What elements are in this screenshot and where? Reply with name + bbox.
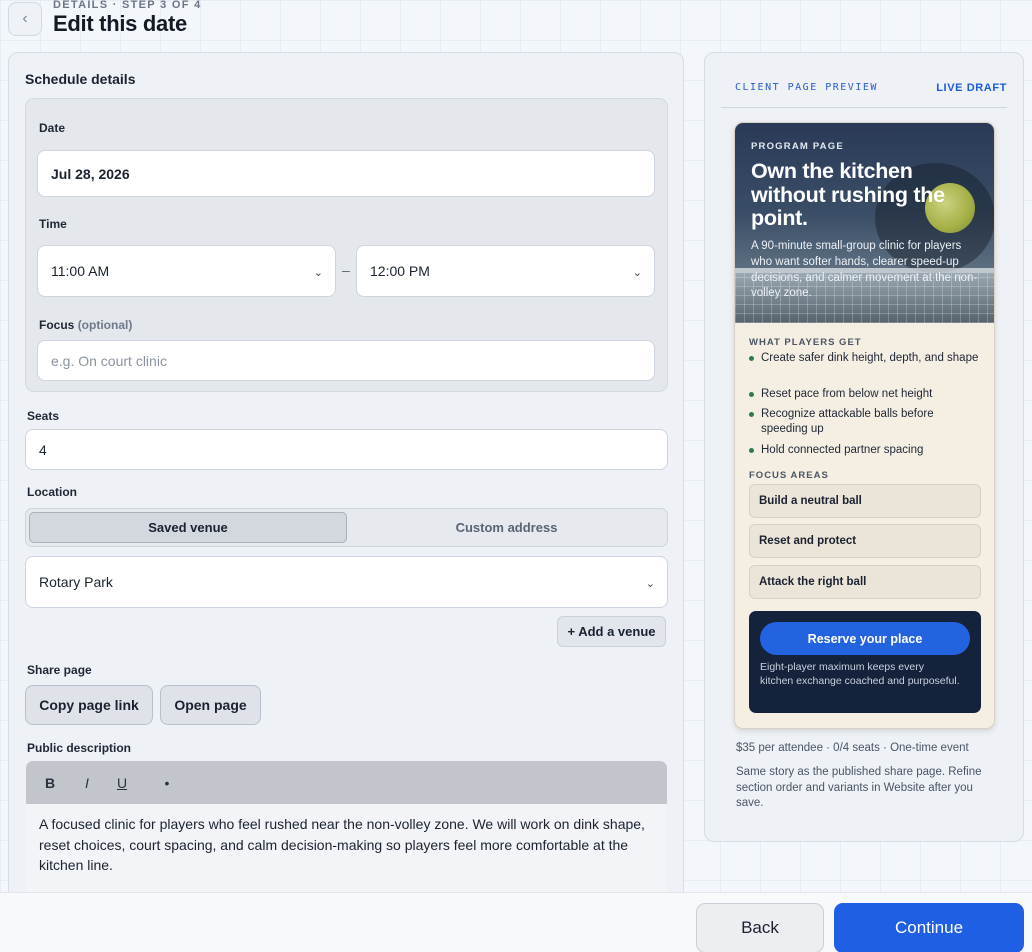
benefit-item: Create safer dink height, depth, and sha… bbox=[749, 351, 979, 366]
focus-area-card: Reset and protect bbox=[749, 524, 981, 558]
seats-label: Seats bbox=[27, 409, 60, 423]
back-button[interactable]: Back bbox=[696, 903, 824, 952]
hero-image: PROGRAM PAGE Own the kitchen without rus… bbox=[735, 123, 994, 323]
focus-area-card: Attack the right ball bbox=[749, 565, 981, 599]
bullet-dot bbox=[749, 356, 754, 361]
copy-page-link-button[interactable]: Copy page link bbox=[25, 685, 153, 725]
start-time-select[interactable]: 11:00 AM ⌄ bbox=[37, 245, 336, 297]
price-summary: $35 per attendee · 0/4 seats · One-time … bbox=[736, 742, 969, 754]
preview-note: Same story as the published share page. … bbox=[736, 766, 982, 809]
bullet-dot bbox=[749, 448, 754, 453]
hero-title: Own the kitchen without rushing the poin… bbox=[751, 159, 945, 230]
time-label: Time bbox=[39, 217, 67, 231]
benefit-item: Hold connected partner spacing bbox=[749, 443, 979, 458]
client-page-preview-panel: CLIENT PAGE PREVIEW LIVE DRAFT PROGRAM P… bbox=[704, 52, 1024, 842]
footer-bar: Back Continue bbox=[0, 892, 1032, 952]
hero-subtitle: A 90-minute small-group clinic for playe… bbox=[751, 240, 978, 300]
continue-button[interactable]: Continue bbox=[834, 903, 1024, 952]
focus-placeholder: e.g. On court clinic bbox=[51, 352, 167, 369]
seats-value: 4 bbox=[39, 441, 47, 458]
focus-optional-hint: (optional) bbox=[77, 318, 133, 332]
live-draft-badge: LIVE DRAFT bbox=[936, 82, 1007, 94]
location-type-toggle: Saved venue Custom address bbox=[25, 508, 668, 547]
bold-button[interactable]: B bbox=[40, 761, 60, 804]
end-time-value: 12:00 PM bbox=[370, 263, 430, 279]
bullet-list-button[interactable]: • bbox=[157, 761, 177, 804]
focus-input[interactable]: e.g. On court clinic bbox=[37, 340, 655, 381]
chevron-down-icon: ⌄ bbox=[645, 577, 655, 590]
seats-input[interactable]: 4 bbox=[25, 429, 668, 470]
benefit-item: Recognize attackable balls before speedi… bbox=[749, 407, 979, 437]
location-label: Location bbox=[27, 485, 77, 499]
date-label: Date bbox=[39, 121, 66, 135]
focus-label-text: Focus bbox=[39, 318, 75, 332]
step-eyebrow: DETAILS · STEP 3 OF 4 bbox=[53, 0, 202, 11]
back-chevron-button[interactable]: ‹ bbox=[8, 2, 42, 36]
reserve-cta-box: Reserve your place Eight-player maximum … bbox=[749, 611, 981, 713]
end-time-select[interactable]: 12:00 PM ⌄ bbox=[356, 245, 655, 297]
start-time-value: 11:00 AM bbox=[51, 263, 110, 279]
reserve-your-place-button[interactable]: Reserve your place bbox=[760, 622, 970, 655]
preview-label: CLIENT PAGE PREVIEW bbox=[735, 82, 878, 93]
public-description-label: Public description bbox=[27, 741, 132, 755]
benefit-text: Recognize attackable balls before speedi… bbox=[761, 408, 934, 435]
focus-label: Focus (optional) bbox=[39, 318, 132, 332]
editor-toolbar: B I U • bbox=[26, 761, 667, 804]
page-title: Edit this date bbox=[53, 11, 187, 36]
bullet-dot bbox=[749, 392, 754, 397]
focus-areas-heading: FOCUS AREAS bbox=[749, 470, 829, 481]
venue-select[interactable]: Rotary Park ⌄ bbox=[25, 556, 668, 608]
date-value: Jul 28, 2026 bbox=[51, 165, 130, 182]
hero-kicker: PROGRAM PAGE bbox=[751, 141, 844, 152]
open-page-button[interactable]: Open page bbox=[160, 685, 261, 725]
saved-venue-option[interactable]: Saved venue bbox=[29, 512, 347, 543]
italic-button[interactable]: I bbox=[77, 761, 97, 804]
chevron-left-icon: ‹ bbox=[22, 10, 28, 27]
share-page-label: Share page bbox=[27, 663, 92, 677]
benefit-item: Reset pace from below net height bbox=[749, 387, 979, 402]
benefit-text: Reset pace from below net height bbox=[761, 388, 933, 400]
preview-phone: PROGRAM PAGE Own the kitchen without rus… bbox=[734, 122, 995, 729]
section-title: Schedule details bbox=[25, 71, 136, 87]
what-players-get-heading: WHAT PLAYERS GET bbox=[749, 337, 862, 348]
date-field[interactable]: Jul 28, 2026 bbox=[37, 150, 655, 197]
preview-header: CLIENT PAGE PREVIEW LIVE DRAFT bbox=[721, 75, 1007, 108]
schedule-group: Date Jul 28, 2026 Time 11:00 AM ⌄ – 12:0… bbox=[25, 98, 668, 392]
schedule-form-panel: Schedule details Date Jul 28, 2026 Time … bbox=[8, 52, 684, 912]
bullet-dot bbox=[749, 412, 754, 417]
chevron-down-icon: ⌄ bbox=[313, 266, 323, 279]
focus-area-card: Build a neutral ball bbox=[749, 484, 981, 518]
benefit-text: Create safer dink height, depth, and sha… bbox=[761, 352, 979, 364]
cta-note: Eight-player maximum keeps every kitchen… bbox=[760, 661, 960, 687]
custom-address-option[interactable]: Custom address bbox=[348, 512, 665, 543]
chevron-down-icon: ⌄ bbox=[632, 266, 642, 279]
time-separator: – bbox=[342, 262, 350, 278]
underline-button[interactable]: U bbox=[112, 761, 132, 804]
add-venue-button[interactable]: + Add a venue bbox=[557, 616, 666, 647]
venue-value: Rotary Park bbox=[39, 574, 113, 590]
benefit-text: Hold connected partner spacing bbox=[761, 444, 924, 456]
